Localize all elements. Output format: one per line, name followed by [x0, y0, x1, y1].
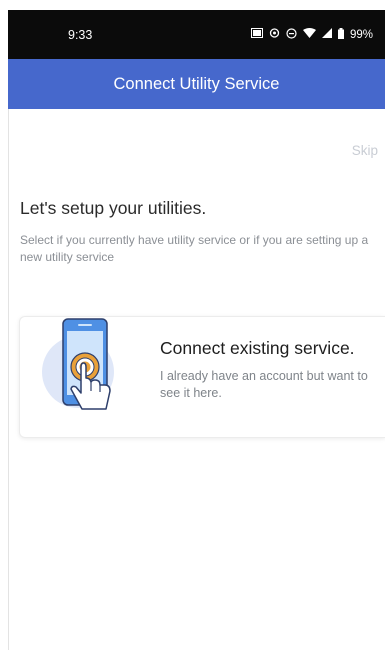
screen-edge-divider [8, 109, 9, 650]
connect-existing-service-card[interactable]: Connect existing service. I already have… [19, 316, 385, 438]
battery-icon [337, 27, 344, 42]
do-not-disturb-icon [286, 27, 297, 42]
battery-percent: 99% [349, 28, 373, 41]
cast-icon [250, 28, 263, 41]
skip-button[interactable]: Skip [352, 143, 378, 158]
setup-heading: Let's setup your utilities. [20, 198, 207, 218]
status-time: 9:33 [68, 27, 93, 42]
status-icons: 99% [250, 27, 373, 42]
wifi-icon [302, 28, 316, 41]
phone-tap-icon [42, 318, 114, 410]
page-title: Connect Utility Service [113, 74, 280, 93]
app-bar: Connect Utility Service [8, 59, 385, 109]
card-title: Connect existing service. [160, 338, 355, 358]
status-bar: 9:33 99% [8, 10, 385, 59]
card-description: I already have an account but want to se… [160, 369, 368, 400]
nfc-icon [269, 28, 280, 41]
setup-instructions: Select if you currently have utility ser… [20, 233, 369, 264]
cellular-icon [321, 28, 332, 41]
